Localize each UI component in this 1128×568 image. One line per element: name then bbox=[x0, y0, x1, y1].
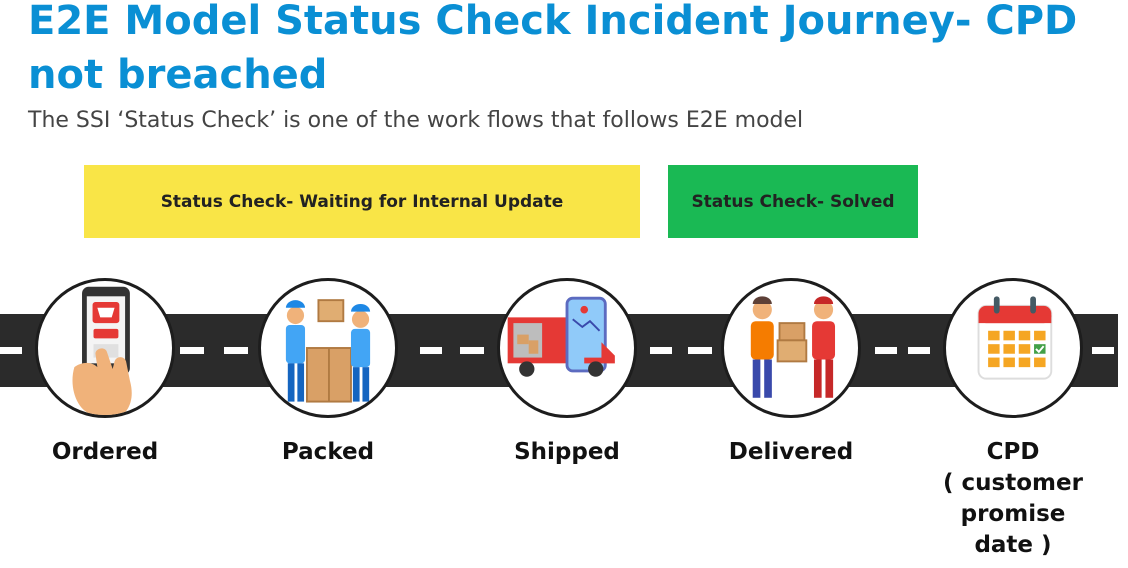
status-band-waiting-label: Status Check- Waiting for Internal Updat… bbox=[160, 191, 564, 212]
status-band-solved-label: Status Check- Solved bbox=[691, 191, 895, 212]
calendar-icon bbox=[977, 296, 1053, 380]
stage-cpd-sublabel-line-3: date ) bbox=[974, 532, 1052, 558]
stage-shipped-circle bbox=[497, 278, 637, 418]
stage-packed-circle bbox=[258, 278, 398, 418]
delivery-truck-map-icon bbox=[507, 296, 615, 377]
stage-cpd-label: CPD ( customer promise date ) bbox=[913, 437, 1113, 561]
package-handover-icon bbox=[750, 296, 836, 398]
stage-cpd-sublabel-line-1: ( customer bbox=[943, 470, 1083, 496]
stage-delivered-label: Delivered bbox=[728, 439, 854, 465]
stage-ordered-circle bbox=[35, 278, 175, 418]
stage-cpd-circle bbox=[943, 278, 1083, 418]
status-band-solved: Status Check- Solved bbox=[668, 165, 918, 238]
stage-cpd-title: CPD bbox=[986, 439, 1040, 465]
stage-ordered-label: Ordered bbox=[51, 439, 159, 465]
phone-buy-icon bbox=[72, 286, 132, 415]
page-subtitle: The SSI ‘Status Check’ is one of the wor… bbox=[28, 108, 804, 133]
stage-delivered-circle bbox=[721, 278, 861, 418]
status-band-waiting: Status Check- Waiting for Internal Updat… bbox=[84, 165, 640, 238]
workers-packing-box-icon bbox=[285, 299, 371, 403]
stage-packed-label: Packed bbox=[281, 439, 375, 465]
page-title: E2E Model Status Check Incident Journey-… bbox=[28, 0, 1078, 98]
stage-shipped-label: Shipped bbox=[514, 439, 620, 465]
stage-cpd-sublabel-line-2: promise bbox=[960, 501, 1066, 527]
